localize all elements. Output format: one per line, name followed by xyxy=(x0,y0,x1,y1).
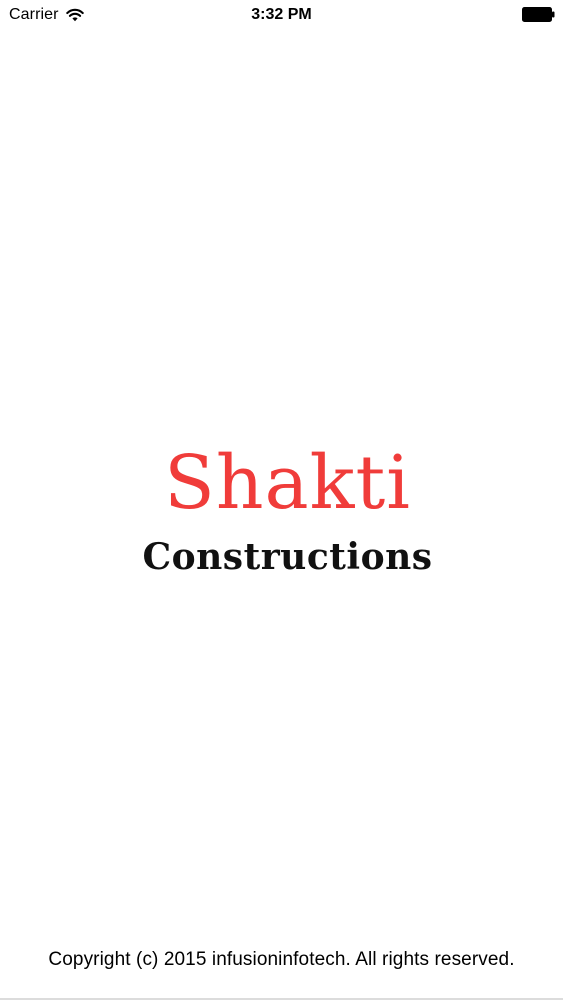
footer-copyright: Copyright (c) 2015 infusioninfotech. All… xyxy=(48,949,515,970)
splash-logo: Shakti Constructions xyxy=(0,438,563,580)
brand-subtitle: Constructions xyxy=(142,536,433,578)
brand-name: Shakti xyxy=(164,440,411,526)
battery-full-icon xyxy=(522,7,555,22)
status-time: 3:32 PM xyxy=(251,6,312,23)
status-bar: Carrier 3:32 PM xyxy=(0,0,563,30)
